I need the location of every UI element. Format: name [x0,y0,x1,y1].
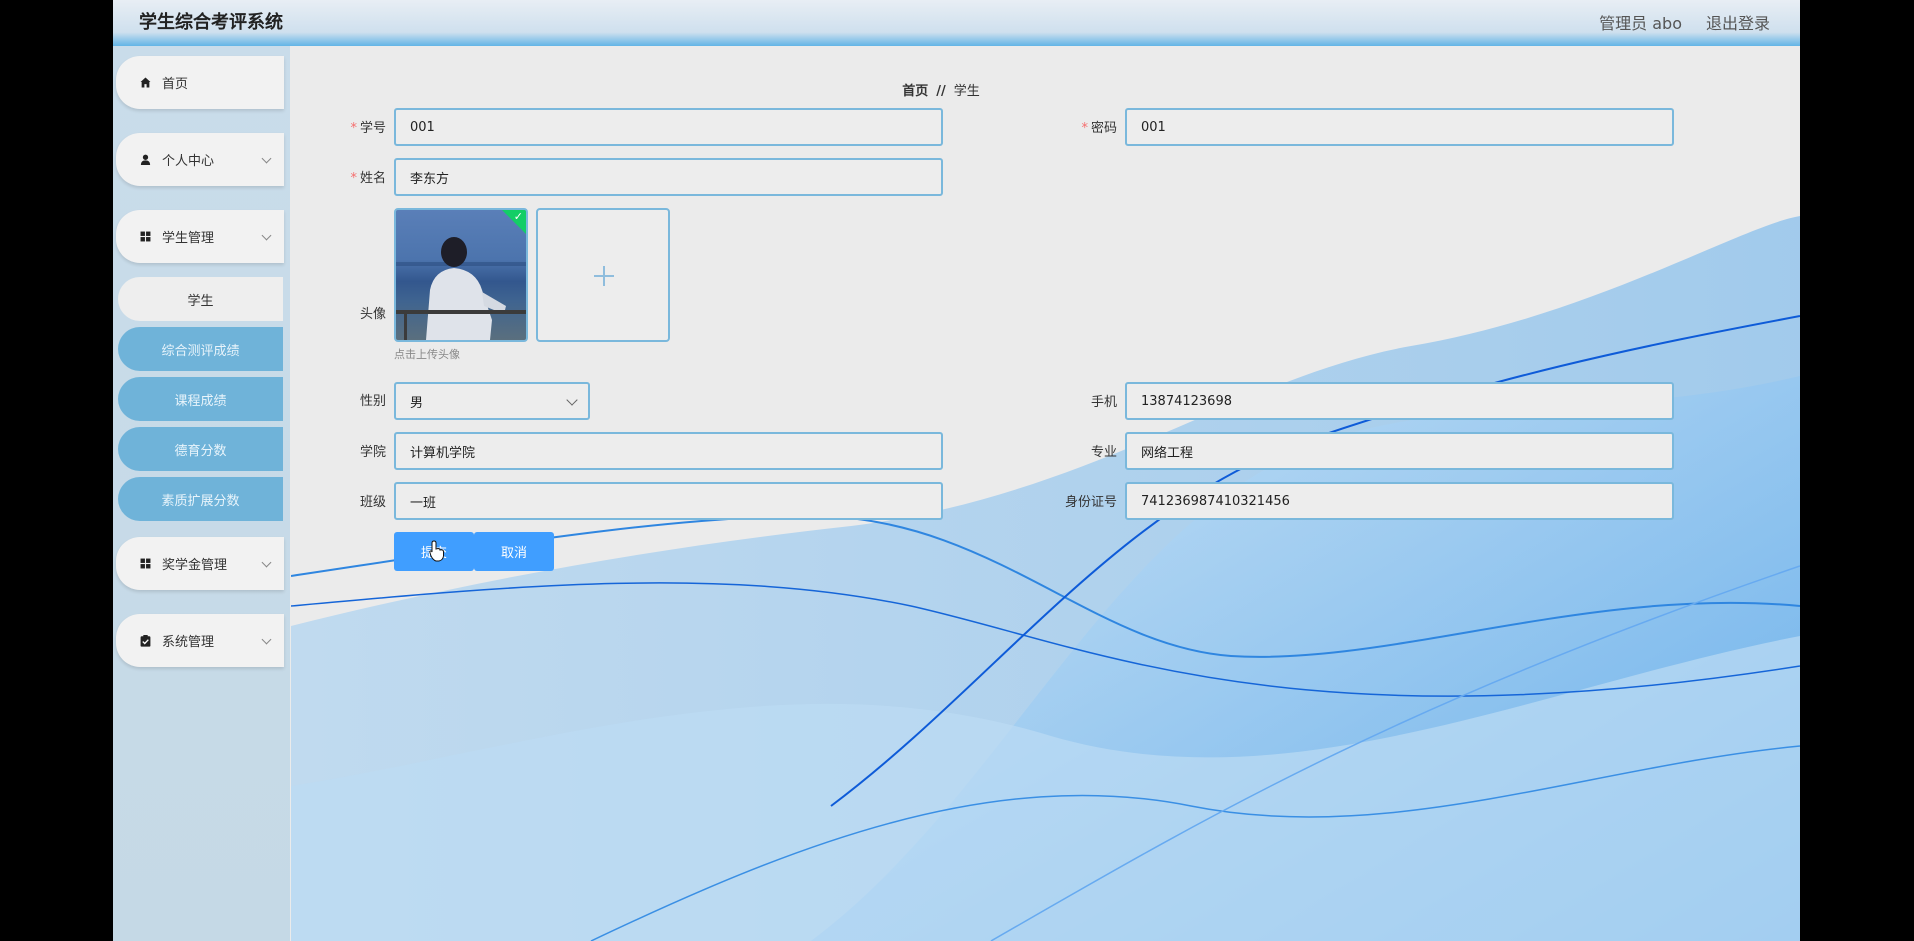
sidebar: 首页 个人中心 学生管理 学生 综合测评成绩 课程成绩 德育分数 素质扩展分数 … [113,46,290,941]
breadcrumb-separator: // [936,84,946,99]
app-window: 学生综合考评系统 管理员 abo 退出登录 首页 个人中心 学生管理 学生 综合… [113,0,1800,941]
sidebar-item-label: 个人中心 [162,154,215,169]
avatar-upload-tip: 点击上传头像 [394,348,460,361]
student-no-label: * 学号 [326,117,386,136]
major-label: 专业 [1090,445,1117,460]
sidebar-subitem-moral-score[interactable]: 德育分数 [118,427,283,471]
sidebar-subitem-quality-score[interactable]: 素质扩展分数 [118,477,283,521]
gender-select[interactable]: 男 [394,382,590,420]
chevron-down-icon [261,230,272,241]
sidebar-item-student-management[interactable]: 学生管理 [116,210,284,263]
clipboard-icon [138,634,152,647]
main-content: 首页//学生 * 学号 001 * 密码 001 * 姓名 李东方 头像 ✓ 点… [291,46,1800,941]
sidebar-item-label: 奖学金管理 [162,558,228,573]
phone-input[interactable]: 13874123698 [1125,382,1674,420]
password-label: * 密码 [1057,117,1117,136]
chevron-down-icon [261,634,272,645]
college-label: 学院 [359,445,386,460]
admin-user-label: 管理员 abo [1599,14,1682,33]
sidebar-item-personal-center[interactable]: 个人中心 [116,133,284,186]
password-label-text: 密码 [1090,121,1117,136]
id-card-input[interactable]: 741236987410321456 [1125,482,1674,520]
password-input[interactable]: 001 [1125,108,1674,146]
sidebar-item-label: 系统管理 [162,635,215,650]
grid-icon [138,558,152,569]
sidebar-item-system-management[interactable]: 系统管理 [116,614,284,667]
top-bar: 学生综合考评系统 管理员 abo 退出登录 [113,0,1800,46]
sidebar-subitem-course-score[interactable]: 课程成绩 [118,377,283,421]
class-input[interactable]: 一班 [394,482,943,520]
avatar-thumbnail[interactable]: ✓ [394,208,528,342]
chevron-down-icon [261,557,272,568]
breadcrumb-current: 学生 [953,84,980,99]
gender-select-value: 男 [410,395,424,411]
required-mark: * [350,171,357,186]
class-label: 班级 [359,495,386,510]
id-card-label: 身份证号 [1064,495,1117,510]
app-title: 学生综合考评系统 [139,12,283,33]
sidebar-item-label: 首页 [162,77,189,92]
breadcrumb: 首页 // 学生 [291,80,1591,99]
grid-icon [138,231,152,242]
check-icon: ✓ [513,210,523,223]
student-no-input[interactable]: 001 [394,108,943,146]
sidebar-item-home[interactable]: 首页 [116,56,284,109]
student-no-label-text: 学号 [359,121,386,136]
chevron-down-icon [566,394,578,406]
sidebar-item-scholarship-management[interactable]: 奖学金管理 [116,537,284,590]
name-label-text: 姓名 [359,171,386,186]
avatar-label: 头像 [359,307,386,322]
major-input[interactable]: 网络工程 [1125,432,1674,470]
name-label: * 姓名 [326,167,386,186]
breadcrumb-home[interactable]: 首页 [902,84,928,99]
plus-icon-vertical [603,266,605,286]
home-icon [138,77,152,88]
required-mark: * [1081,121,1088,136]
sidebar-subitem-comprehensive-score[interactable]: 综合测评成绩 [118,327,283,371]
logout-link[interactable]: 退出登录 [1706,10,1770,34]
chevron-down-icon [261,153,272,164]
college-input[interactable]: 计算机学院 [394,432,943,470]
user-icon [138,154,152,165]
hand-cursor-icon [429,540,444,562]
sidebar-subitem-student[interactable]: 学生 [118,277,283,321]
avatar-upload-button[interactable] [536,208,670,342]
gender-label: 性别 [359,394,386,409]
cancel-button[interactable]: 取消 [474,532,554,571]
phone-label: 手机 [1090,395,1117,410]
required-mark: * [350,121,357,136]
name-input[interactable]: 李东方 [394,158,943,196]
sidebar-item-label: 学生管理 [162,231,215,246]
